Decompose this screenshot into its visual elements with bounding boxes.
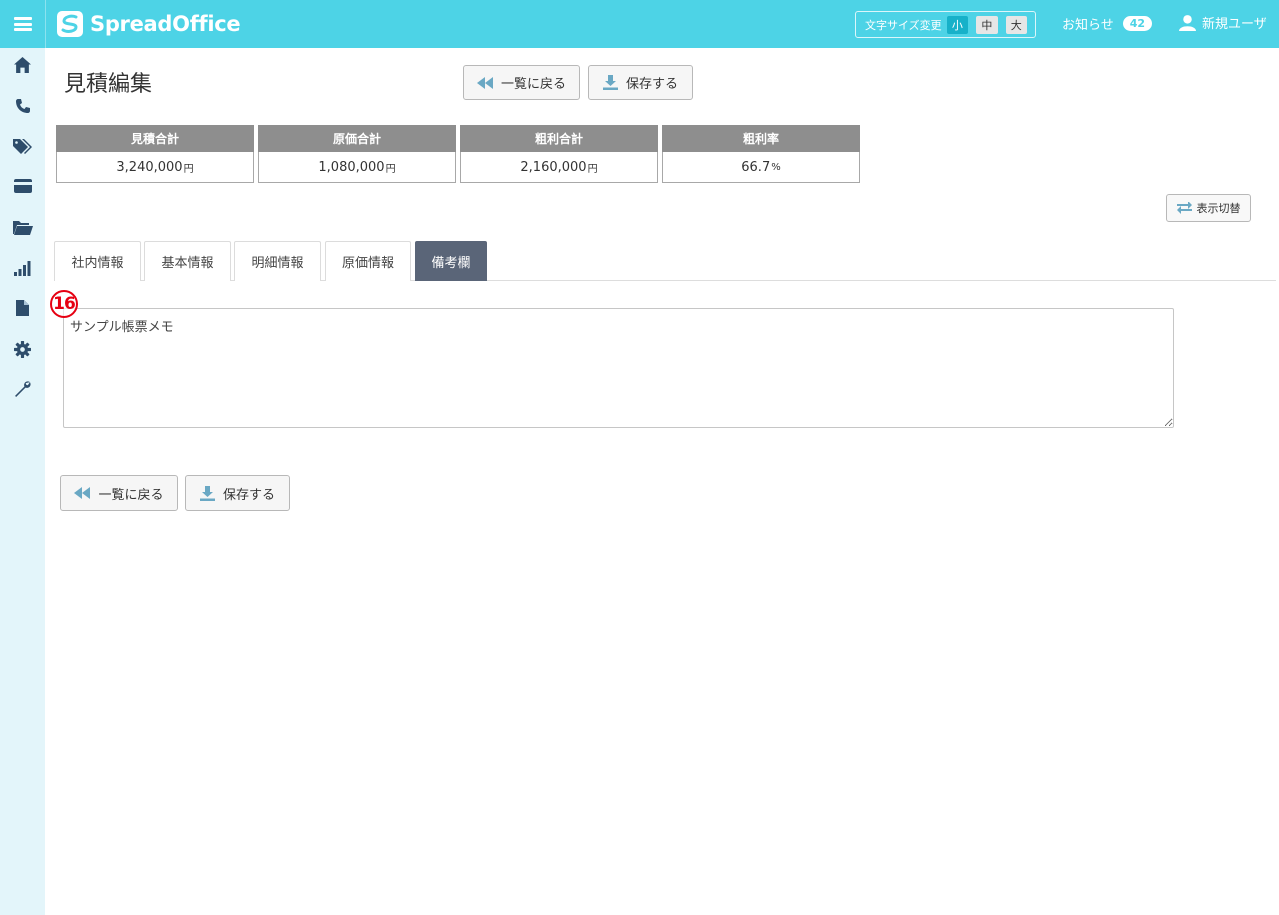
summary-cost-total: 原価合計 1,080,000 円 [258,125,456,183]
summary-unit: 円 [587,163,598,175]
summary-gross-profit-rate: 粗利率 66.7% [662,125,860,183]
notice-label: お知らせ [1062,18,1114,33]
user-name: 新規ユーザ [1202,17,1267,32]
sidebar-item-chart[interactable] [0,253,45,283]
document-icon [16,300,29,316]
summary-label: 見積合計 [56,125,254,152]
annotation-marker: 16 [50,290,78,318]
tab-detail-info[interactable]: 明細情報 [234,241,321,281]
folder-icon [12,220,33,235]
toggle-view-button[interactable]: 表示切替 [1166,194,1251,222]
sidebar [0,48,45,915]
gear-icon [14,340,31,358]
summary-unit: 円 [183,163,194,175]
download-icon [602,75,618,90]
logo-icon [57,11,83,37]
tags-icon [12,138,32,154]
summary-estimate-total: 見積合計 3,240,000 円 [56,125,254,183]
summary-value-box: 66.7% [662,152,860,183]
save-button[interactable]: 保存する [588,65,693,100]
sidebar-item-settings[interactable] [0,334,45,364]
home-icon [14,57,31,73]
top-bar: SpreadOffice 文字サイズ変更 小 中 大 お知らせ 42 新規ユーザ [0,0,1279,48]
double-chevron-left-icon [476,76,493,89]
font-size-medium-button[interactable]: 中 [976,15,998,34]
summary-value: 1,080,000 [318,159,385,175]
notice-count-badge: 42 [1122,16,1153,31]
tab-remarks[interactable]: 備考欄 [415,241,487,281]
sidebar-item-folder[interactable] [0,212,45,242]
summary-value: 3,240,000 [116,159,183,175]
summary-label: 原価合計 [258,125,456,152]
summary-gross-profit-total: 粗利合計 2,160,000 円 [460,125,658,183]
sidebar-item-document[interactable] [0,293,45,323]
summary-value: 66.7 [741,159,771,175]
back-to-list-label: 一覧に戻る [500,77,566,92]
phone-icon [15,99,30,113]
tab-internal-info[interactable]: 社内情報 [54,241,141,281]
menu-toggle-button[interactable] [0,0,46,48]
tab-basic-info[interactable]: 基本情報 [144,241,231,281]
page-title: 見積編集 [64,72,153,97]
card-icon [13,179,32,193]
font-size-small-button[interactable]: 小 [946,15,969,34]
double-chevron-left-icon [74,487,91,499]
sidebar-item-tags[interactable] [0,131,45,161]
back-to-list-label: 一覧に戻る [98,487,164,503]
download-icon [199,485,215,501]
summary-unit: % [771,161,781,173]
back-to-list-button[interactable]: 一覧に戻る [463,65,580,100]
tab-cost-info[interactable]: 原価情報 [325,241,411,281]
notice-link[interactable]: お知らせ 42 [1062,14,1153,33]
summary-value: 2,160,000 [520,159,587,175]
bottom-save-button[interactable]: 保存する [185,475,290,511]
bottom-back-to-list-button[interactable]: 一覧に戻る [60,475,178,511]
summary-label: 粗利率 [662,125,860,152]
sidebar-item-phone[interactable] [0,91,45,121]
sidebar-item-card[interactable] [0,171,45,201]
user-icon [1179,15,1196,31]
user-menu[interactable]: 新規ユーザ [1179,13,1267,32]
wrench-icon [15,380,31,397]
font-size-switcher: 文字サイズ変更 小 中 大 [855,11,1036,38]
font-size-large-button[interactable]: 大 [1005,15,1027,34]
summary-value-box: 1,080,000 円 [258,152,456,183]
sidebar-item-home[interactable] [0,50,45,80]
save-label: 保存する [222,487,275,503]
sidebar-item-tools[interactable] [0,374,45,404]
chart-icon [14,261,31,276]
summary-label: 粗利合計 [460,125,658,152]
app-logo[interactable]: SpreadOffice [56,8,241,40]
save-label: 保存する [625,77,678,92]
summary-unit: 円 [385,163,396,175]
summary-value-box: 2,160,000 円 [460,152,658,183]
summary-value-box: 3,240,000 円 [56,152,254,183]
hamburger-icon [13,17,32,31]
toggle-view-label: 表示切替 [1196,202,1241,215]
font-size-label: 文字サイズ変更 [865,18,942,32]
logo-text: SpreadOffice [90,12,241,36]
remarks-textarea[interactable] [63,308,1174,428]
swap-arrows-icon [1176,202,1192,214]
